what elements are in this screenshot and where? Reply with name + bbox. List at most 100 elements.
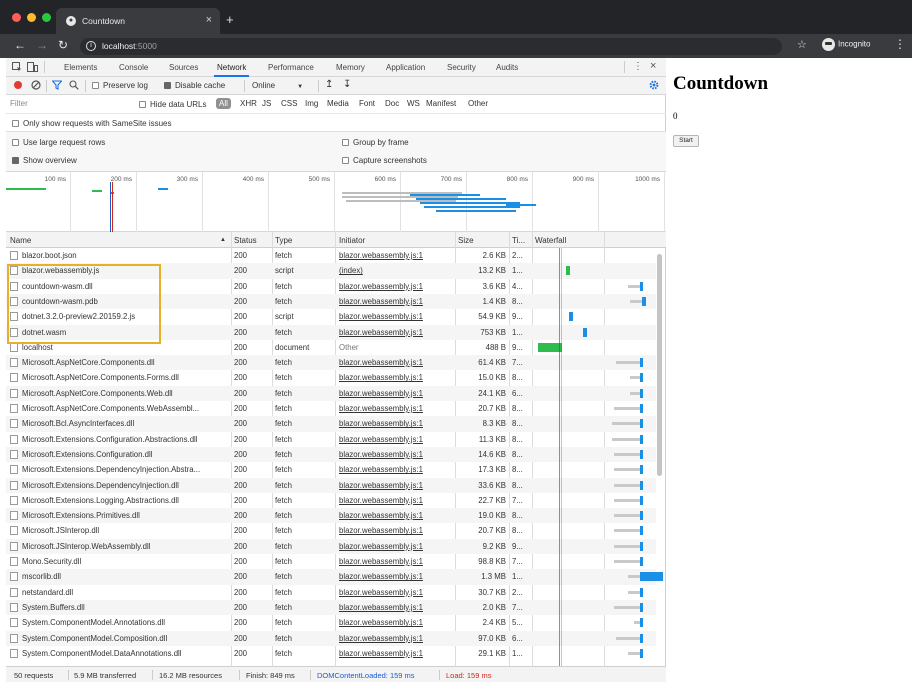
table-scrollbar[interactable]	[657, 254, 662, 476]
request-initiator[interactable]: blazor.webassembly.js:1	[339, 618, 453, 627]
network-settings-gear-icon[interactable]	[649, 80, 659, 92]
request-time: 8...	[512, 449, 523, 459]
filter-type-css[interactable]: CSS	[281, 99, 297, 108]
tab-security[interactable]: Security	[447, 63, 476, 72]
show-overview-checkbox[interactable]: Show overview	[12, 156, 77, 165]
request-initiator[interactable]: blazor.webassembly.js:1	[339, 649, 453, 658]
request-initiator[interactable]: blazor.webassembly.js:1	[339, 481, 453, 490]
search-icon[interactable]	[69, 80, 79, 92]
request-initiator[interactable]: blazor.webassembly.js:1	[339, 419, 453, 428]
request-initiator[interactable]: blazor.webassembly.js:1	[339, 542, 453, 551]
large-rows-checkbox[interactable]: Use large request rows	[12, 138, 105, 147]
request-initiator[interactable]: blazor.webassembly.js:1	[339, 251, 453, 260]
new-tab-icon[interactable]: +	[226, 12, 234, 27]
filter-type-manifest[interactable]: Manifest	[426, 99, 456, 108]
forward-icon[interactable]: →	[36, 38, 48, 52]
request-size: 9.2 KB	[482, 541, 506, 551]
filter-type-ws[interactable]: WS	[407, 99, 420, 108]
close-tab-icon[interactable]: ×	[206, 14, 212, 26]
filter-input[interactable]: Filter	[10, 99, 130, 111]
request-initiator[interactable]: blazor.webassembly.js:1	[339, 389, 453, 398]
site-info-icon[interactable]: i	[86, 41, 96, 51]
request-initiator[interactable]: blazor.webassembly.js:1	[339, 373, 453, 382]
capture-screenshots-checkbox[interactable]: Capture screenshots	[342, 156, 427, 165]
column-type[interactable]: Type	[275, 236, 292, 245]
close-window-button[interactable]	[12, 13, 21, 22]
request-name: countdown-wasm.dll	[22, 281, 93, 291]
tab-performance[interactable]: Performance	[268, 63, 314, 72]
request-type: script	[275, 312, 294, 322]
request-initiator[interactable]: blazor.webassembly.js:1	[339, 328, 453, 337]
filter-type-img[interactable]: Img	[305, 99, 318, 108]
request-initiator[interactable]: blazor.webassembly.js:1	[339, 297, 453, 306]
column-initiator[interactable]: Initiator	[339, 236, 365, 245]
request-initiator[interactable]: blazor.webassembly.js:1	[339, 496, 453, 505]
request-initiator[interactable]: blazor.webassembly.js:1	[339, 312, 453, 321]
tab-audits[interactable]: Audits	[496, 63, 518, 72]
request-initiator[interactable]: blazor.webassembly.js:1	[339, 634, 453, 643]
disable-cache-checkbox[interactable]: Disable cache	[164, 81, 225, 90]
bookmark-star-icon[interactable]: ☆	[797, 38, 807, 51]
browser-tab[interactable]: ● Countdown ×	[56, 8, 220, 34]
column-name[interactable]: Name	[10, 236, 31, 245]
filter-type-media[interactable]: Media	[327, 99, 349, 108]
column-size[interactable]: Size	[458, 236, 474, 245]
filter-type-xhr[interactable]: XHR	[240, 99, 257, 108]
preserve-log-checkbox[interactable]: Preserve log	[92, 81, 148, 90]
request-initiator[interactable]: blazor.webassembly.js:1	[339, 450, 453, 459]
browser-menu-icon[interactable]: ⋮	[894, 37, 906, 51]
back-icon[interactable]: ←	[14, 38, 26, 52]
request-initiator[interactable]: blazor.webassembly.js:1	[339, 588, 453, 597]
import-har-icon[interactable]: ↥	[325, 79, 333, 90]
request-initiator[interactable]: blazor.webassembly.js:1	[339, 572, 453, 581]
chevron-down-icon: ▼	[297, 84, 304, 90]
filter-icon[interactable]	[51, 80, 63, 92]
request-name: blazor.webassembly.js	[22, 266, 100, 276]
tab-elements[interactable]: Elements	[64, 63, 97, 72]
reload-icon[interactable]: ↻	[58, 38, 68, 52]
request-initiator[interactable]: blazor.webassembly.js:1	[339, 404, 453, 413]
clear-icon[interactable]	[31, 80, 41, 92]
request-initiator[interactable]: (index)	[339, 266, 453, 275]
tab-memory[interactable]: Memory	[336, 63, 365, 72]
incognito-indicator[interactable]: Incognito	[822, 38, 870, 53]
group-by-frame-checkbox[interactable]: Group by frame	[342, 138, 409, 147]
filter-type-all[interactable]: All	[216, 98, 231, 109]
request-initiator[interactable]: blazor.webassembly.js:1	[339, 435, 453, 444]
samesite-checkbox[interactable]: Only show requests with SameSite issues	[12, 119, 172, 128]
column-status[interactable]: Status	[234, 236, 257, 245]
request-initiator[interactable]: blazor.webassembly.js:1	[339, 526, 453, 535]
tab-application[interactable]: Application	[386, 63, 425, 72]
column-waterfall[interactable]: Waterfall	[535, 236, 566, 245]
filter-type-font[interactable]: Font	[359, 99, 375, 108]
zoom-window-button[interactable]	[42, 13, 51, 22]
device-toolbar-icon[interactable]	[27, 62, 38, 74]
devtools-menu-icon[interactable]: ⋮	[633, 61, 643, 72]
minimize-window-button[interactable]	[27, 13, 36, 22]
address-bar[interactable]: i localhost:5000	[80, 38, 782, 55]
request-name: Microsoft.JSInterop.dll	[22, 526, 100, 536]
filter-type-doc[interactable]: Doc	[385, 99, 399, 108]
inspect-element-icon[interactable]	[12, 62, 22, 74]
column-time[interactable]: Ti...	[512, 236, 525, 245]
waterfall-bar	[569, 312, 573, 322]
network-overview-timeline[interactable]: 100 ms 200 ms 300 ms 400 ms 500 ms 600 ms 700 …	[6, 172, 666, 232]
filter-type-other[interactable]: Other	[468, 99, 488, 108]
record-icon[interactable]	[14, 81, 22, 89]
request-initiator[interactable]: blazor.webassembly.js:1	[339, 511, 453, 520]
request-initiator[interactable]: blazor.webassembly.js:1	[339, 465, 453, 474]
throttling-select[interactable]: Online ▼	[252, 81, 303, 90]
close-devtools-icon[interactable]: ×	[650, 60, 656, 72]
request-initiator[interactable]: blazor.webassembly.js:1	[339, 603, 453, 612]
export-har-icon[interactable]: ↧	[343, 79, 351, 90]
tab-console[interactable]: Console	[119, 63, 148, 72]
start-button[interactable]: Start	[673, 135, 699, 147]
request-initiator[interactable]: blazor.webassembly.js:1	[339, 557, 453, 566]
filter-type-js[interactable]: JS	[262, 99, 271, 108]
request-initiator[interactable]: blazor.webassembly.js:1	[339, 358, 453, 367]
waterfall-queue-bar	[613, 544, 640, 548]
hide-data-urls-checkbox[interactable]: Hide data URLs	[139, 100, 206, 109]
tab-network[interactable]: Network	[213, 63, 250, 77]
request-initiator[interactable]: blazor.webassembly.js:1	[339, 282, 453, 291]
tab-sources[interactable]: Sources	[169, 63, 198, 72]
